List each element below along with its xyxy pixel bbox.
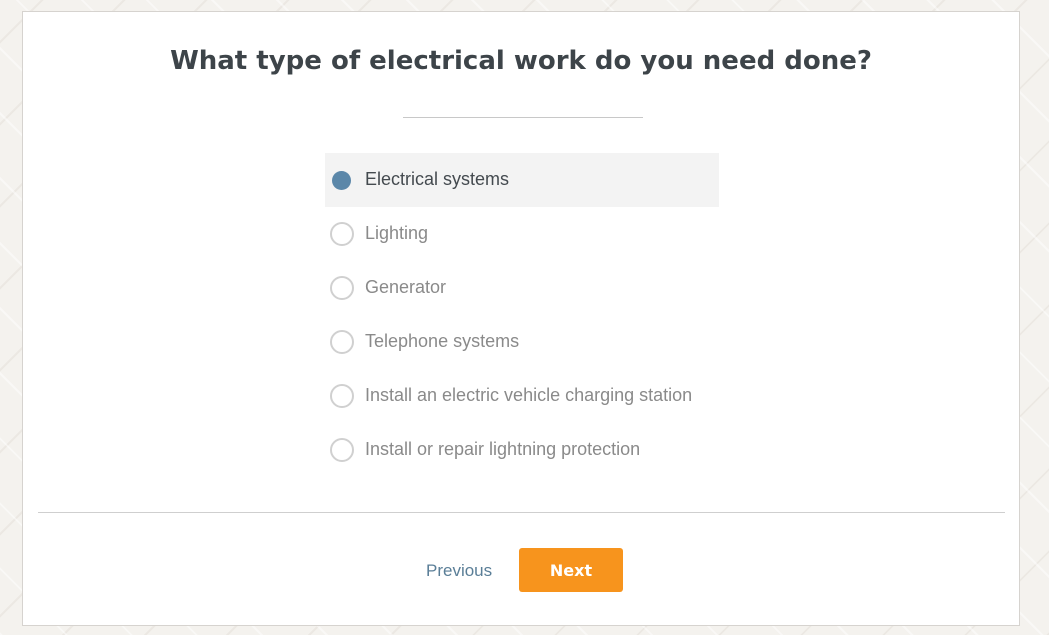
- option-electrical-systems[interactable]: Electrical systems: [325, 153, 719, 207]
- radio-button-icon[interactable]: [330, 276, 354, 300]
- options-list: Electrical systems Lighting Generator Te…: [325, 153, 719, 477]
- previous-link[interactable]: Previous: [426, 561, 492, 581]
- option-ev-charging-station[interactable]: Install an electric vehicle charging sta…: [325, 369, 719, 423]
- footer-divider: [38, 512, 1005, 513]
- option-label: Telephone systems: [365, 331, 520, 351]
- radio-button-icon[interactable]: [330, 438, 354, 462]
- option-generator[interactable]: Generator: [325, 261, 719, 315]
- radio-button-icon[interactable]: [332, 171, 351, 190]
- radio-button-icon[interactable]: [330, 222, 354, 246]
- option-label: Lighting: [365, 223, 429, 243]
- option-label: Install or repair lightning protection: [365, 439, 641, 459]
- option-lightning-protection[interactable]: Install or repair lightning protection: [325, 423, 719, 477]
- option-telephone-systems[interactable]: Telephone systems: [325, 315, 719, 369]
- option-label: Generator: [365, 277, 447, 297]
- next-button[interactable]: Next: [519, 548, 623, 592]
- option-label: Electrical systems: [365, 169, 510, 189]
- question-card: What type of electrical work do you need…: [22, 11, 1020, 626]
- question-title: What type of electrical work do you need…: [170, 46, 872, 76]
- radio-button-icon[interactable]: [330, 330, 354, 354]
- radio-button-icon[interactable]: [330, 384, 354, 408]
- option-label: Install an electric vehicle charging sta…: [365, 385, 693, 405]
- option-lighting[interactable]: Lighting: [325, 207, 719, 261]
- title-divider: [403, 117, 643, 118]
